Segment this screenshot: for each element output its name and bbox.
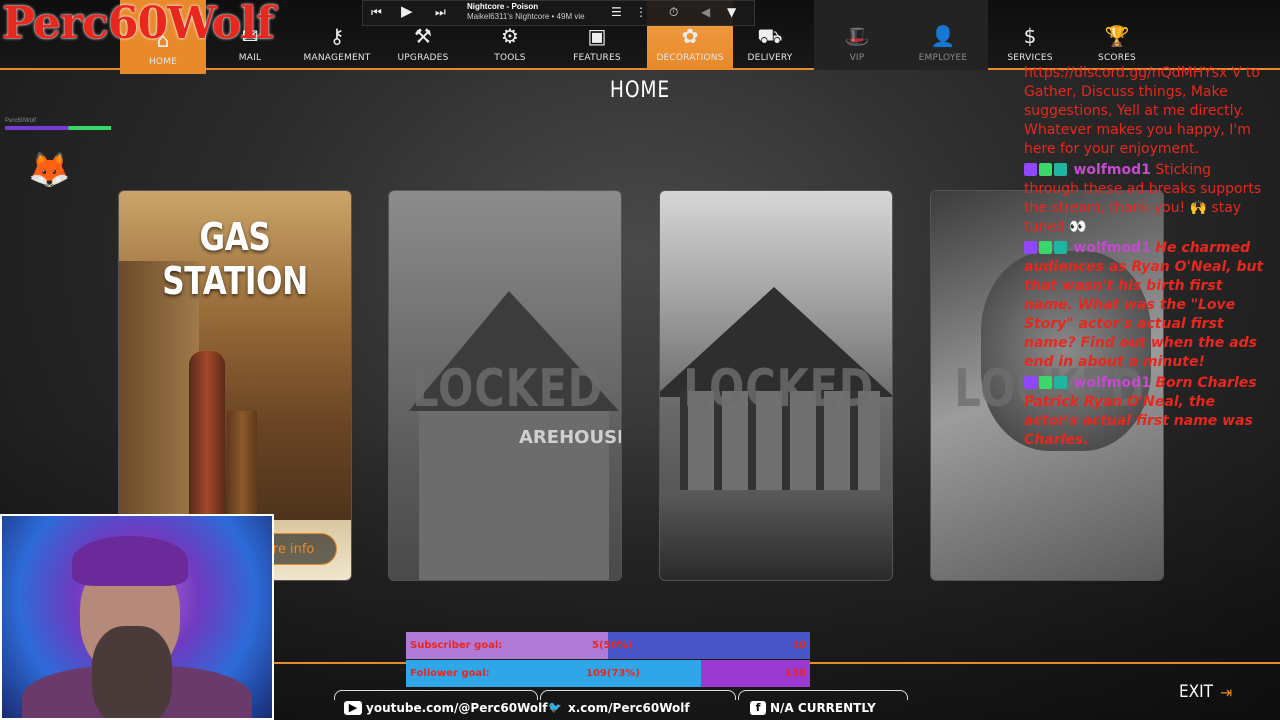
facebook-icon: f [750,701,766,715]
nav-vip[interactable]: 🎩 VIP [814,0,900,70]
mod-icon [1039,241,1052,254]
board-icon: ▣ [587,24,607,48]
page-title: HOME [609,78,671,103]
nav-label: MANAGEMENT [303,53,371,63]
person-icon: 👤 [930,24,956,48]
social-youtube[interactable]: ▶ youtube.com/@Perc60Wolf [344,701,547,715]
nav-label: VIP [849,53,865,63]
nav-label: DECORATIONS [656,53,724,63]
bot-icon [1054,376,1067,389]
chat-message: wolfmod1 Born Charles Patrick Ryan O'Nea… [1024,374,1264,450]
goal-target: 150 [785,668,806,679]
social-bracket [540,690,736,700]
chat-message: https://discord.gg/nQdMHYsx V to Gather,… [1024,65,1260,157]
nav-label: HOME [148,57,178,67]
nav-label: UPGRADES [397,53,449,63]
previous-icon[interactable]: ⏮ [371,5,382,20]
twitch-icon [1024,241,1037,254]
social-twitter[interactable]: 🐦 x.com/Perc60Wolf [546,701,690,715]
exit-button[interactable]: EXIT ⇥ [1179,682,1232,702]
chat-username: wolfmod1 [1073,162,1151,178]
hat-icon: 🎩 [844,24,870,48]
location-card-barn[interactable]: LOCKED [659,190,893,581]
more-icon[interactable]: ⋮ [635,5,647,19]
chat-username: wolfmod1 [1073,375,1151,391]
subscriber-goal: Subscriber goal: 5(50%) 10 [406,632,810,659]
mod-icon [1039,376,1052,389]
nav-label: TOOLS [494,53,526,63]
hp-bar [5,126,111,130]
nav-services[interactable]: $ SERVICES [987,0,1073,70]
warehouse-sign: AREHOUSE [519,427,622,448]
follower-goal: Follower goal: 109(73%) 150 [406,660,810,687]
play-icon[interactable]: ▶ [401,2,413,20]
coin-icon: $ [1023,24,1037,48]
next-icon[interactable]: ⏭ [435,5,446,20]
exit-label: EXIT [1178,682,1213,702]
hammer-icon: ⚒ [414,24,432,48]
nav-label: SERVICES [1007,53,1053,63]
mod-icon [1039,163,1052,176]
goal-target: 10 [792,640,806,651]
chat-overlay: https://discord.gg/nQdMHYsx V to Gather,… [1024,64,1264,452]
chevron-down-icon[interactable]: ▼ [727,5,736,19]
goal-label: Follower goal: [410,668,490,679]
streamer-logo: Perc60Wolf [2,0,275,49]
queue-icon[interactable]: ☰ [611,5,622,19]
twitter-icon: 🐦 [548,701,562,714]
track-artist: Maikel6311's Nightcore • 49M vie [467,12,585,21]
locked-label: LOCKED [683,359,875,419]
twitch-icon [1024,376,1037,389]
goal-label: Subscriber goal: [410,640,503,651]
nav-label: SCORES [1098,53,1136,63]
truck-icon: ⛟ [757,24,783,48]
bot-icon [1054,241,1067,254]
goal-value: 5(50%) [592,640,633,651]
trophy-icon: 🏆 [1104,24,1130,48]
nav-label: FEATURES [573,53,621,63]
nav-label: EMPLOYEE [918,53,968,63]
exit-icon: ⇥ [1220,682,1233,702]
key-icon: ⚷ [329,24,345,48]
fox-mascot-icon: 🦊 [28,150,71,190]
timer-icon[interactable]: ⏱ [669,5,678,20]
back-icon[interactable]: ◀ [701,5,710,19]
social-text: x.com/Perc60Wolf [568,701,690,715]
track-title: Nightcore - Poison [467,2,539,11]
nav-scores[interactable]: 🏆 SCORES [1074,0,1160,70]
bot-icon [1054,163,1067,176]
social-bracket [334,690,538,700]
hp-label: Perc60Wolf [5,118,36,124]
card-title: GAS STATION [162,215,308,303]
chat-message: wolfmod1 He charmed audiences as Ryan O'… [1024,239,1264,372]
nav-label: DELIVERY [747,53,793,63]
nav-employee[interactable]: 👤 EMPLOYEE [900,0,986,70]
subscriber-goal-remaining [608,632,810,659]
media-player: ⏮ ▶ ⏭ Nightcore - Poison Maikel6311's Ni… [362,0,755,26]
twitch-icon [1024,163,1037,176]
chat-text: He charmed audiences as Ryan O'Neal, but… [1024,240,1264,370]
goal-value: 109(73%) [586,668,640,679]
locked-label: LOCKED [412,359,604,419]
flower-icon: ✿ [681,24,699,48]
social-text: youtube.com/@Perc60Wolf [366,701,548,715]
social-bracket [738,690,908,700]
stream-goals: Subscriber goal: 5(50%) 10 Follower goal… [406,632,810,688]
nav-label: MAIL [238,53,262,63]
wrench-icon: ⚙ [501,24,519,48]
location-card-warehouse[interactable]: AREHOUSE LOCKED [388,190,622,581]
chat-message: wolfmod1 Sticking through these ad break… [1024,161,1264,237]
social-text: N/A CURRENTLY [770,701,876,715]
webcam-feed [0,514,274,720]
social-facebook[interactable]: f N/A CURRENTLY [750,701,876,715]
chat-username: wolfmod1 [1073,240,1151,256]
youtube-icon: ▶ [344,701,362,715]
